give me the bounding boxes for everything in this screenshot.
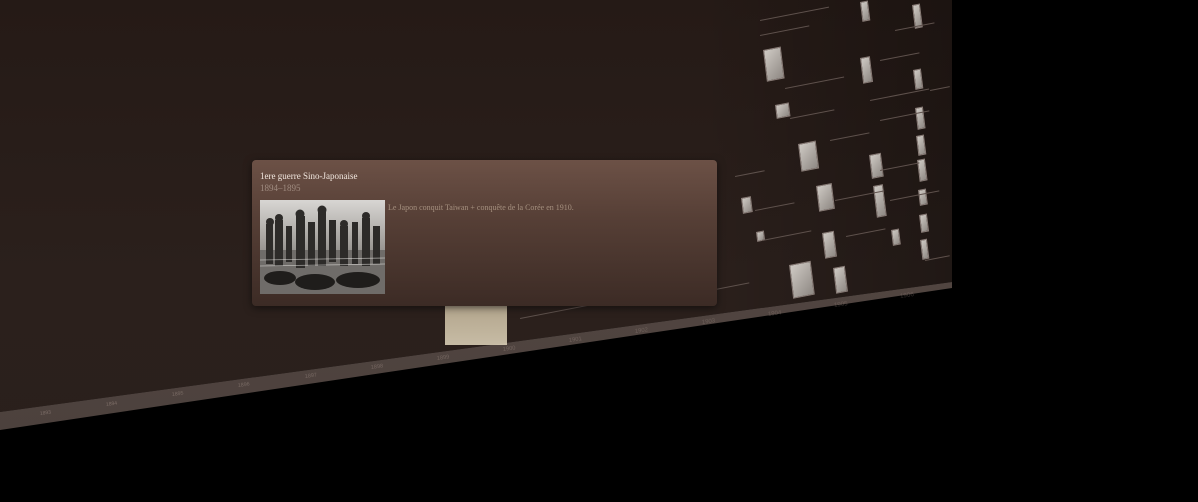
event-description: Le Japon conquit Taiwan + conquête de la…	[388, 203, 574, 212]
axis-year-label: 1906	[899, 291, 915, 301]
event-thumbnail-image	[789, 260, 815, 299]
event-photo[interactable]	[260, 200, 385, 294]
timeline-viewport[interactable]: 1893 1894 1895 1896 1897 1898 1899 1900 1901 1902…	[0, 0, 1198, 502]
event-thumbnail-image	[775, 102, 791, 119]
axis-year-label: 1904	[767, 309, 782, 319]
event-thumbnail-image	[816, 182, 835, 212]
event-thumbnail-image	[763, 46, 785, 82]
event-thumbnail-image	[741, 196, 753, 214]
axis-year-label: 1893	[39, 409, 52, 417]
event-dates: 1894–1895	[260, 183, 301, 193]
axis-year-label: 1905	[833, 300, 848, 310]
event-thumbnail-image	[798, 140, 820, 172]
soldiers-engraving-image	[260, 200, 385, 294]
event-title: 1ere guerre Sino-Japonaise	[260, 171, 358, 181]
axis-year-label: 1894	[105, 399, 118, 408]
axis-year-label: 1903	[701, 318, 716, 327]
event-card[interactable]: 1ere guerre Sino-Japonaise 1894–1895 Le …	[252, 160, 717, 306]
axis-year-label: 1902	[634, 327, 649, 336]
